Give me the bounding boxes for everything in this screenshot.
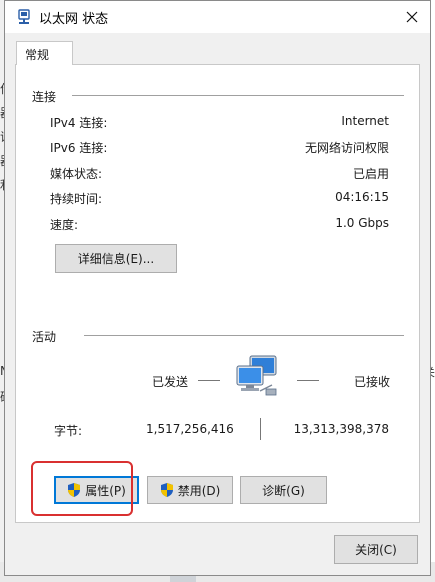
sent-line [198, 380, 220, 381]
highlight-annotation [31, 461, 133, 516]
bytes-label: 字节: [54, 424, 83, 438]
tab-general[interactable]: 常规 [16, 41, 73, 65]
close-window-button[interactable] [398, 3, 426, 31]
duration-value: 04:16:15 [335, 190, 389, 204]
media-state-label: 媒体状态: [50, 167, 103, 181]
connection-section-title: 连接 [32, 90, 57, 104]
diagnose-button[interactable]: 诊断(G) [240, 476, 327, 504]
connection-separator [72, 95, 404, 96]
close-button[interactable]: 关闭(C) [334, 535, 418, 564]
ipv4-value: Internet [341, 114, 389, 128]
speed-label: 速度: [50, 218, 79, 232]
ipv6-label: IPv6 连接: [50, 141, 108, 155]
activity-section-title: 活动 [32, 330, 57, 344]
disable-button[interactable]: 禁用(D) [147, 476, 233, 504]
details-button[interactable]: 详细信息(E)... [55, 244, 177, 273]
activity-separator [84, 335, 404, 336]
media-state-value: 已启用 [352, 167, 389, 181]
shield-icon [160, 483, 173, 497]
bytes-received-value: 13,313,398,378 [293, 422, 389, 436]
ipv6-value: 无网络访问权限 [304, 141, 389, 155]
title-bar: 以太网 状态 [5, 1, 430, 33]
sent-label: 已发送 [152, 375, 189, 389]
speed-value: 1.0 Gbps [335, 216, 389, 230]
general-tab-panel: 连接 IPv4 连接: Internet IPv6 连接: 无网络访问权限 媒体… [15, 64, 420, 523]
bytes-sent-value: 1,517,256,416 [146, 422, 234, 436]
duration-label: 持续时间: [50, 192, 103, 206]
bytes-divider [260, 418, 261, 440]
received-line [297, 380, 319, 381]
disable-button-label: 禁用(D) [177, 483, 221, 498]
ipv4-label: IPv4 连接: [50, 116, 108, 130]
window-title: 以太网 状态 [39, 12, 109, 27]
ethernet-icon [18, 9, 30, 24]
network-computers-icon [236, 355, 277, 396]
received-label: 已接收 [354, 375, 391, 389]
close-icon [406, 11, 418, 23]
